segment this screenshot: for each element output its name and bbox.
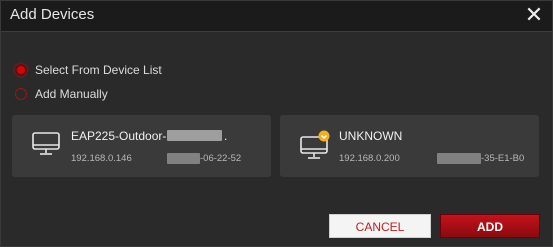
device-name-text: EAP225-Outdoor- [71, 129, 167, 143]
add-button[interactable]: ADD [440, 214, 540, 238]
device-card[interactable]: UNKNOWN 192.168.0.200 -35-E1-B0 [280, 115, 539, 177]
radio-label: Select From Device List [35, 63, 162, 77]
redacted-mac-block [167, 153, 200, 164]
close-icon[interactable]: ✕ [523, 3, 545, 27]
device-mac: -06-22-52 [200, 153, 242, 164]
device-name: EAP225-Outdoor- [71, 129, 166, 143]
dialog-title: Add Devices [10, 6, 95, 23]
radio-select-from-device-list[interactable]: Select From Device List [15, 62, 162, 78]
radio-unchecked-icon[interactable] [15, 88, 27, 100]
monitor-icon [32, 132, 60, 161]
cancel-button[interactable]: CANCEL [329, 214, 431, 238]
radio-label: Add Manually [35, 87, 108, 101]
device-ip: 192.168.0.146 [71, 153, 132, 164]
redacted-name-block [167, 130, 222, 141]
device-ip: 192.168.0.200 [339, 153, 400, 164]
device-mac: -35-E1-B0 [481, 153, 525, 164]
add-devices-dialog: Add Devices ✕ Select From Device List Ad… [0, 0, 553, 247]
radio-checked-icon[interactable] [15, 64, 27, 76]
redacted-mac-block [437, 153, 481, 164]
device-name: UNKNOWN [339, 129, 403, 143]
device-card[interactable]: EAP225-Outdoor- . 192.168.0.146 -06-22-5… [12, 115, 271, 177]
device-name-suffix: . [224, 129, 228, 143]
dialog-titlebar: Add Devices ✕ [1, 1, 552, 32]
warning-badge-icon [318, 129, 330, 147]
radio-add-manually[interactable]: Add Manually [15, 86, 108, 102]
